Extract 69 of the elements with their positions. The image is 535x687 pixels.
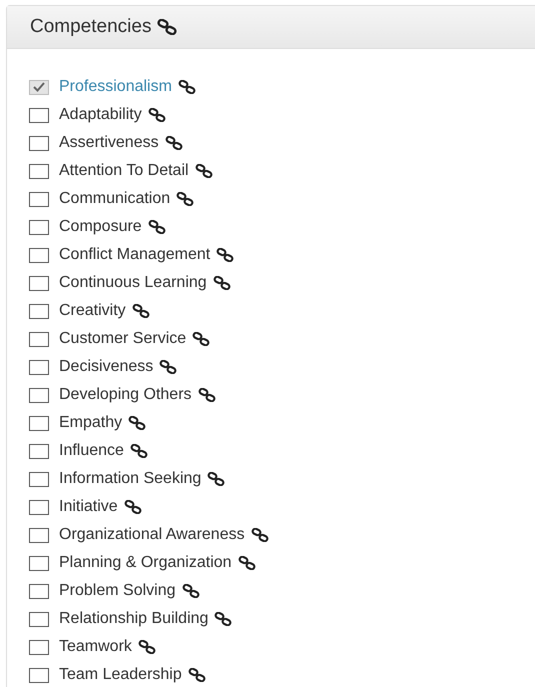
checkbox[interactable]: [29, 164, 49, 178]
checkbox[interactable]: [29, 668, 49, 682]
checkbox[interactable]: [29, 556, 49, 570]
competency-label[interactable]: Empathy: [59, 411, 122, 435]
checkbox[interactable]: [29, 612, 49, 626]
competency-label[interactable]: Teamwork: [59, 635, 132, 659]
competency-label[interactable]: Planning & Organization: [59, 551, 232, 575]
link-icon[interactable]: [212, 276, 231, 290]
link-icon[interactable]: [250, 528, 269, 542]
checkbox[interactable]: [29, 304, 49, 318]
competency-label[interactable]: Influence: [59, 439, 124, 463]
competency-label[interactable]: Conflict Management: [59, 243, 210, 267]
link-icon[interactable]: [188, 668, 206, 682]
link-icon[interactable]: [207, 472, 226, 486]
competency-label[interactable]: Customer Service: [59, 327, 186, 351]
check-icon: [33, 82, 45, 92]
link-icon[interactable]: [159, 360, 178, 374]
link-icon[interactable]: [164, 136, 183, 150]
competency-label[interactable]: Decisiveness: [59, 355, 154, 379]
checkbox[interactable]: [29, 192, 49, 206]
checkbox[interactable]: [29, 360, 49, 374]
checkbox[interactable]: [29, 136, 49, 150]
checkbox[interactable]: [29, 220, 49, 234]
link-icon[interactable]: [138, 640, 156, 654]
checkbox[interactable]: [29, 528, 49, 542]
checkbox[interactable]: [29, 80, 49, 94]
checkbox[interactable]: [29, 640, 49, 654]
checkbox[interactable]: [29, 584, 49, 598]
link-icon[interactable]: [128, 416, 146, 430]
competency-label[interactable]: Information Seeking: [59, 467, 202, 491]
competency-label[interactable]: Composure: [59, 215, 142, 239]
link-icon[interactable]: [132, 304, 150, 318]
checkbox[interactable]: [29, 276, 49, 290]
checkbox[interactable]: [29, 332, 49, 346]
competency-label[interactable]: Relationship Building: [59, 607, 208, 631]
checkbox[interactable]: [29, 248, 49, 262]
checkbox[interactable]: [29, 444, 49, 458]
competency-label[interactable]: Team Leadership: [59, 663, 182, 687]
competency-label[interactable]: Professionalism: [59, 75, 172, 99]
link-icon[interactable]: [178, 80, 196, 94]
link-icon[interactable]: [124, 500, 142, 514]
competency-label[interactable]: Developing Others: [59, 383, 192, 407]
competency-label[interactable]: Assertiveness: [59, 131, 159, 155]
competency-label[interactable]: Problem Solving: [59, 579, 176, 603]
checkbox[interactable]: [29, 416, 49, 430]
competency-label[interactable]: Adaptability: [59, 103, 142, 127]
link-icon[interactable]: [216, 248, 234, 262]
checkbox[interactable]: [29, 500, 49, 514]
link-icon[interactable]: [198, 388, 216, 402]
checkbox[interactable]: [29, 388, 49, 402]
panel-title: Competencies: [30, 14, 152, 39]
link-icon[interactable]: [148, 220, 166, 234]
competency-label[interactable]: Creativity: [59, 299, 126, 323]
competency-label[interactable]: Continuous Learning: [59, 271, 207, 295]
link-icon[interactable]: [148, 108, 166, 122]
link-icon[interactable]: [214, 612, 232, 626]
link-icon[interactable]: [192, 332, 210, 346]
checkbox[interactable]: [29, 108, 49, 122]
link-icon[interactable]: [176, 192, 194, 206]
link-icon[interactable]: [182, 584, 200, 598]
link-icon[interactable]: [238, 556, 256, 570]
link-icon[interactable]: [194, 164, 213, 178]
competency-label[interactable]: Initiative: [59, 495, 118, 519]
competency-label[interactable]: Attention To Detail: [59, 159, 189, 183]
link-icon[interactable]: [157, 19, 178, 35]
checkbox[interactable]: [29, 472, 49, 486]
competency-label[interactable]: Organizational Awareness: [59, 523, 245, 547]
competency-label[interactable]: Communication: [59, 187, 170, 211]
link-icon[interactable]: [130, 444, 148, 458]
